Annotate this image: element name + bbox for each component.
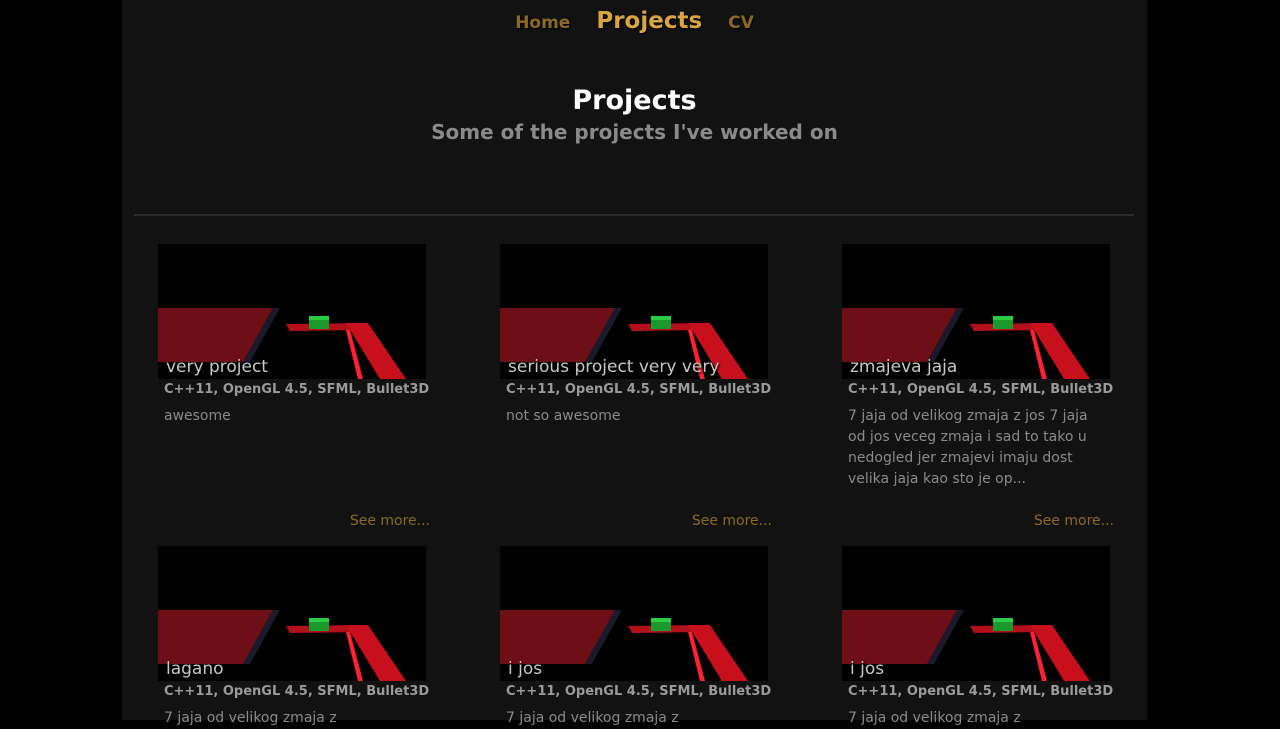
see-more-link[interactable]: See more... — [692, 513, 772, 529]
project-thumbnail[interactable]: zmajeva jaja — [842, 244, 1110, 379]
project-description: not so awesome — [506, 408, 621, 424]
project-description: 7 jaja od velikog zmaja z — [164, 710, 337, 726]
project-tech: C++11, OpenGL 4.5, SFML, Bullet3D — [506, 382, 772, 397]
project-title: i jos — [508, 659, 543, 679]
main-nav: Home Projects CV — [122, 8, 1147, 34]
project-card: lagano C++11, OpenGL 4.5, SFML, Bullet3D… — [158, 546, 430, 729]
project-card: i jos C++11, OpenGL 4.5, SFML, Bullet3D … — [500, 546, 772, 729]
page-container: Home Projects CV Projects Some of the pr… — [122, 0, 1147, 726]
project-title: zmajeva jaja — [850, 357, 958, 377]
project-tech: C++11, OpenGL 4.5, SFML, Bullet3D — [164, 684, 430, 699]
project-card: zmajeva jaja C++11, OpenGL 4.5, SFML, Bu… — [842, 244, 1114, 529]
project-description: 7 jaja od velikog zmaja z jos 7 jaja od … — [848, 408, 1088, 487]
nav-cv-link[interactable]: CV — [728, 13, 754, 33]
page-title: Projects — [572, 85, 697, 116]
project-thumbnail[interactable]: i jos — [500, 546, 768, 681]
project-tech: C++11, OpenGL 4.5, SFML, Bullet3D — [506, 684, 772, 699]
nav-home-link[interactable]: Home — [515, 13, 570, 33]
see-more-link[interactable]: See more... — [350, 513, 430, 529]
project-card: i jos C++11, OpenGL 4.5, SFML, Bullet3D … — [842, 546, 1114, 729]
project-card: serious project very very C++11, OpenGL … — [500, 244, 772, 529]
page-header: Projects Some of the projects I've worke… — [122, 84, 1147, 144]
page-subtitle: Some of the projects I've worked on — [431, 120, 838, 144]
project-tech: C++11, OpenGL 4.5, SFML, Bullet3D — [848, 684, 1114, 699]
project-thumbnail[interactable]: i jos — [842, 546, 1110, 681]
header-divider — [134, 214, 1134, 216]
project-description: 7 jaja od velikog zmaja z — [848, 710, 1021, 726]
project-title: lagano — [166, 659, 224, 679]
project-title: serious project very very — [508, 357, 720, 377]
project-card: very project C++11, OpenGL 4.5, SFML, Bu… — [158, 244, 430, 529]
project-thumbnail[interactable]: lagano — [158, 546, 426, 681]
project-title: i jos — [850, 659, 885, 679]
project-title: very project — [166, 357, 268, 377]
project-tech: C++11, OpenGL 4.5, SFML, Bullet3D — [848, 382, 1114, 397]
project-thumbnail[interactable]: very project — [158, 244, 426, 379]
project-thumbnail[interactable]: serious project very very — [500, 244, 768, 379]
see-more-link[interactable]: See more... — [1034, 513, 1114, 529]
project-tech: C++11, OpenGL 4.5, SFML, Bullet3D — [164, 382, 430, 397]
project-description: 7 jaja od velikog zmaja z — [506, 710, 679, 726]
project-description: awesome — [164, 408, 231, 424]
nav-projects-link[interactable]: Projects — [596, 8, 702, 34]
